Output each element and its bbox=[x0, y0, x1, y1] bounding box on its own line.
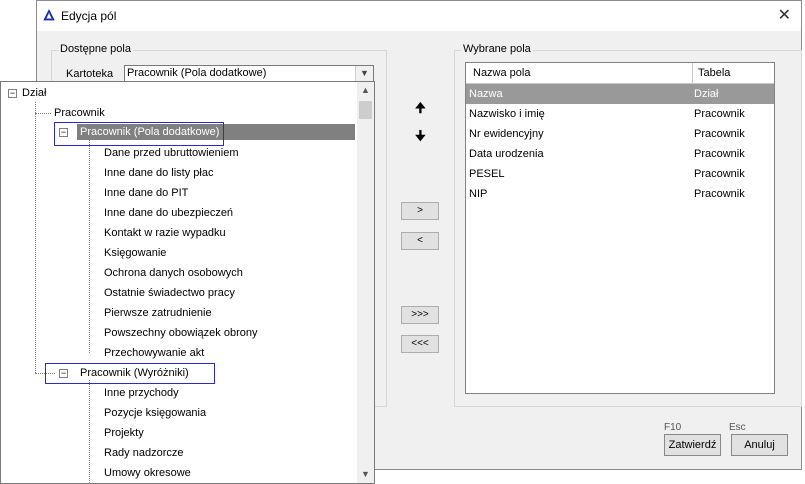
table-header: Nazwa pola Tabela bbox=[466, 63, 774, 84]
ok-shortcut-hint: F10 bbox=[664, 422, 682, 433]
highlight-box bbox=[54, 122, 224, 146]
cell-field-name: Data urodzenia bbox=[469, 148, 544, 160]
tree-node[interactable]: Rady nadzorcze bbox=[104, 445, 184, 461]
kartoteka-label: Kartoteka bbox=[66, 68, 114, 80]
table-row[interactable]: Nazwa Dział bbox=[466, 84, 774, 104]
tree-node[interactable]: Księgowanie bbox=[104, 245, 166, 261]
table-row[interactable]: PESEL Pracownik bbox=[466, 164, 774, 184]
cancel-button[interactable]: Anuluj bbox=[731, 434, 788, 456]
tree-node[interactable]: Inne dane do PIT bbox=[104, 185, 188, 201]
cell-table: Pracownik bbox=[694, 108, 745, 120]
chevron-down-icon[interactable]: ▼ bbox=[355, 66, 373, 81]
tree-node[interactable]: Pracownik bbox=[54, 105, 105, 121]
cell-field-name: PESEL bbox=[469, 168, 505, 180]
close-icon[interactable]: ✕ bbox=[778, 5, 791, 25]
cell-field-name: Nazwa bbox=[469, 88, 503, 100]
kartoteka-select[interactable]: Pracownik (Pola dodatkowe) ▼ bbox=[124, 65, 374, 82]
tree-line bbox=[35, 113, 36, 373]
cell-table: Pracownik bbox=[694, 188, 745, 200]
selected-fields-label: Wybrane pola bbox=[461, 43, 533, 55]
tree-node[interactable]: Przechowywanie akt bbox=[104, 345, 204, 361]
tree-node[interactable]: Umowy okresowe bbox=[104, 465, 191, 481]
selected-fields-table[interactable]: Nazwa pola Tabela Nazwa Dział Nazwisko i… bbox=[465, 62, 775, 394]
move-down-icon[interactable]: 🠋 bbox=[415, 127, 426, 149]
tree-line bbox=[89, 380, 90, 483]
cell-field-name: NIP bbox=[469, 188, 488, 200]
tree-node[interactable]: Ochrona danych osobowych bbox=[104, 265, 243, 281]
tree-node[interactable]: Dane przed ubruttowieniem bbox=[104, 145, 239, 161]
tree-node[interactable]: Inne przychody bbox=[104, 385, 179, 401]
tree-node[interactable]: Pozycje księgowania bbox=[104, 405, 206, 421]
scroll-up-icon[interactable]: ▲ bbox=[357, 82, 374, 99]
move-up-icon[interactable]: 🠉 bbox=[415, 99, 426, 121]
collapse-toggle[interactable]: − bbox=[8, 89, 17, 98]
table-row[interactable]: Nazwisko i imię Pracownik bbox=[466, 104, 774, 124]
remove-all-button[interactable]: <<< bbox=[401, 335, 439, 353]
table-row[interactable]: NIP Pracownik bbox=[466, 184, 774, 204]
column-divider[interactable] bbox=[692, 63, 693, 83]
tree-node[interactable]: Ostatnie świadectwo pracy bbox=[104, 285, 235, 301]
tree-node[interactable]: Projekty bbox=[104, 425, 144, 441]
tree-line bbox=[35, 102, 36, 113]
tree-node[interactable]: Inne dane do ubezpieczeń bbox=[104, 205, 233, 221]
cell-table: Pracownik bbox=[694, 148, 745, 160]
cell-table: Dział bbox=[694, 88, 719, 100]
tree-line bbox=[35, 113, 51, 114]
scroll-down-icon[interactable]: ▼ bbox=[357, 466, 374, 483]
cell-field-name: Nr ewidencyjny bbox=[469, 128, 544, 140]
tree-node[interactable]: Powszechny obowiązek obrony bbox=[104, 325, 257, 341]
scroll-thumb[interactable] bbox=[359, 101, 372, 119]
app-triangle-icon bbox=[43, 9, 55, 24]
field-tree-dropdown[interactable]: − Dział Pracownik − Pracownik (Pola doda… bbox=[0, 81, 375, 484]
tree-node[interactable]: Kontakt w razie wypadku bbox=[104, 225, 226, 241]
table-row[interactable]: Nr ewidencyjny Pracownik bbox=[466, 124, 774, 144]
column-header-name[interactable]: Nazwa pola bbox=[473, 67, 530, 79]
kartoteka-select-value: Pracownik (Pola dodatkowe) bbox=[127, 67, 267, 79]
cell-table: Pracownik bbox=[694, 168, 745, 180]
tree-node[interactable]: Inne dane do listy płac bbox=[104, 165, 213, 181]
add-field-button[interactable]: > bbox=[401, 202, 439, 220]
available-fields-label: Dostępne pola bbox=[58, 43, 133, 55]
highlight-box bbox=[45, 363, 215, 384]
column-header-table[interactable]: Tabela bbox=[698, 67, 730, 79]
confirm-button[interactable]: Zatwierdź bbox=[664, 434, 721, 456]
tree-scrollbar[interactable]: ▲ ▼ bbox=[357, 82, 374, 483]
window-title: Edycja pól bbox=[61, 9, 117, 23]
cell-field-name: Nazwisko i imię bbox=[469, 108, 545, 120]
title-bar: Edycja pól ✕ bbox=[37, 1, 801, 31]
cancel-shortcut-hint: Esc bbox=[729, 422, 746, 433]
tree-line bbox=[89, 140, 90, 353]
add-all-button[interactable]: >>> bbox=[401, 306, 439, 324]
cell-table: Pracownik bbox=[694, 128, 745, 140]
tree-node[interactable]: Pierwsze zatrudnienie bbox=[104, 305, 212, 321]
table-row[interactable]: Data urodzenia Pracownik bbox=[466, 144, 774, 164]
tree-node[interactable]: Dział bbox=[22, 85, 46, 101]
remove-field-button[interactable]: < bbox=[401, 232, 439, 250]
